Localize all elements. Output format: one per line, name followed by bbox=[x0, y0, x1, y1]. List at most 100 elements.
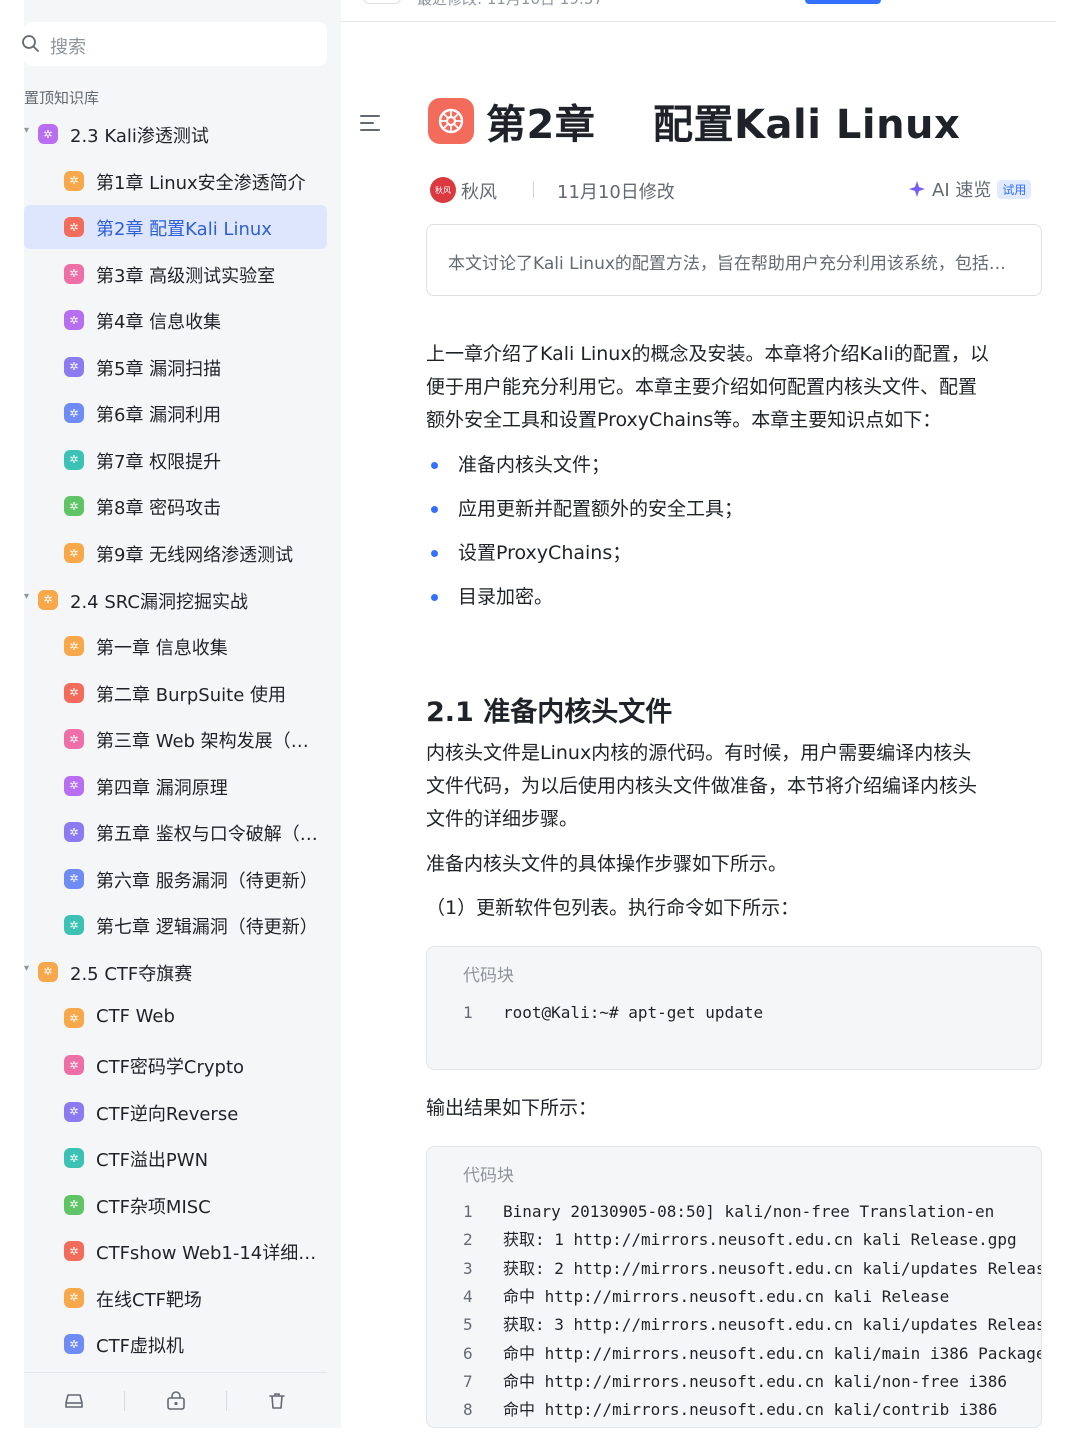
sidebar-item[interactable]: ✲ 第1章 Linux安全渗透简介 bbox=[24, 159, 327, 203]
line-number: 3 bbox=[463, 1258, 473, 1278]
sidebar-item-label: 第7章 权限提升 bbox=[96, 451, 222, 473]
document-icon: ✲ bbox=[64, 1241, 84, 1262]
document-icon: ✲ bbox=[64, 263, 84, 284]
code-block-label: 代码块 bbox=[463, 1166, 514, 1186]
sidebar-item[interactable]: ✲ 在线CTF靶场 bbox=[24, 1276, 327, 1320]
document-icon: ✲ bbox=[64, 1334, 84, 1355]
sidebar-item[interactable]: ✲ CTF杂项MISC bbox=[24, 1183, 327, 1227]
sidebar-group[interactable]: ▾ ✲ 2.5 CTF夺旗赛 bbox=[24, 950, 327, 994]
sidebar-item-label: CTF杂项MISC bbox=[96, 1196, 211, 1218]
list-item: 准备内核头文件； bbox=[426, 449, 1026, 482]
outline-toggle-button[interactable] bbox=[360, 108, 390, 138]
paragraph-line: 内核头文件是Linux内核的源代码。有时候，用户需要编译内核头 bbox=[426, 742, 972, 764]
sidebar-item[interactable]: ✲ 第9章 无线网络渗透测试 bbox=[24, 531, 327, 575]
list-item-text: 目录加密。 bbox=[458, 586, 554, 608]
sidebar-item-label: 第一章 信息收集 bbox=[96, 638, 228, 659]
code-text: 命中 http://mirrors.neusoft.edu.cn kali/ma… bbox=[503, 1343, 1042, 1363]
sidebar-item[interactable]: ✲ 第一章 信息收集 bbox=[24, 624, 327, 668]
sidebar-item[interactable]: ✲ 第六章 服务漏洞（待更新） bbox=[24, 857, 327, 901]
document-icon: ✲ bbox=[64, 1008, 84, 1029]
sidebar-item-label: 2.4 SRC漏洞挖掘实战 bbox=[70, 591, 248, 613]
code-line: 8 命中 http://mirrors.neusoft.edu.cn kali/c… bbox=[427, 1396, 1041, 1424]
trash-button[interactable] bbox=[227, 1381, 327, 1421]
trial-badge: 试用 bbox=[997, 179, 1032, 199]
code-line: 6 命中 http://mirrors.neusoft.edu.cn kali/m… bbox=[427, 1340, 1042, 1368]
code-line: 5 获取: 3 http://mirrors.neusoft.edu.cn kal… bbox=[427, 1311, 1042, 1339]
ai-summary-box[interactable]: 本文讨论了Kali Linux的配置方法，旨在帮助用户充分利用该系统，包括准备内… bbox=[426, 224, 1042, 296]
sidebar-item[interactable]: ✲ CTFshow Web1-14详细解答 bbox=[24, 1229, 327, 1273]
bullet-dot-icon bbox=[431, 506, 438, 513]
code-block[interactable]: 代码块 1 Binary 20130905-08:50] kali/non-fre… bbox=[426, 1146, 1042, 1428]
list-item-text: 应用更新并配置额外的安全工具； bbox=[458, 498, 744, 520]
back-button[interactable] bbox=[363, 0, 401, 4]
document-icon: ✲ bbox=[64, 170, 84, 191]
caret-down-icon[interactable]: ▾ bbox=[24, 591, 29, 602]
search-input[interactable]: 搜索 bbox=[22, 22, 327, 66]
sidebar-item-label: CTF密码学Crypto bbox=[96, 1057, 245, 1078]
pinned-section-label: 置顶知识库 bbox=[24, 89, 100, 107]
code-line: 1 root@Kali:~# apt-get update bbox=[427, 999, 1041, 1027]
sidebar-item[interactable]: ✲ 第七章 逻辑漏洞（待更新） bbox=[24, 903, 327, 947]
sidebar-item[interactable]: ✲ CTF密码学Crypto bbox=[24, 1043, 327, 1087]
menu-icon bbox=[360, 115, 380, 117]
document-icon: ✲ bbox=[64, 1148, 84, 1169]
step-1-text: （1）更新软件包列表。执行命令如下所示： bbox=[426, 897, 800, 919]
sidebar-item[interactable]: ✲ 第三章 Web 架构发展（待更新） bbox=[24, 717, 327, 761]
lock-box-button[interactable] bbox=[125, 1381, 225, 1421]
document-icon: ✲ bbox=[64, 915, 84, 936]
code-text: Binary 20130905-08:50] kali/non-free Tra… bbox=[503, 1202, 995, 1221]
code-line: 1 Binary 20130905-08:50] kali/non-free Tr… bbox=[427, 1198, 1041, 1226]
author-name[interactable]: 秋风 bbox=[461, 178, 497, 204]
document-icon: ✲ bbox=[64, 822, 84, 843]
line-number: 4 bbox=[463, 1286, 473, 1306]
list-item: 应用更新并配置额外的安全工具； bbox=[426, 493, 1026, 526]
sidebar-item[interactable]: ✲ 第8章 密码攻击 bbox=[24, 484, 327, 528]
menu-icon bbox=[360, 122, 374, 124]
code-text: 命中 http://mirrors.neusoft.edu.cn kali Re… bbox=[503, 1286, 950, 1306]
caret-down-icon[interactable]: ▾ bbox=[24, 125, 29, 136]
sidebar-item-label: 第5章 漏洞扫描 bbox=[96, 358, 222, 380]
avatar[interactable]: 秋风 bbox=[430, 177, 456, 203]
menu-icon bbox=[360, 129, 380, 131]
ai-preview-label: AI 速览 bbox=[932, 180, 992, 201]
meta-divider bbox=[533, 182, 534, 198]
code-text: 获取: 3 http://mirrors.neusoft.edu.cn kali… bbox=[503, 1315, 1042, 1335]
tray-button[interactable] bbox=[24, 1381, 124, 1421]
code-block[interactable]: 代码块 1 root@Kali:~# apt-get update bbox=[426, 946, 1042, 1070]
bullet-dot-icon bbox=[431, 462, 438, 469]
sidebar-item[interactable]: ✲ 第3章 高级测试实验室 bbox=[24, 252, 327, 296]
sidebar-item[interactable]: ✲ 第6章 漏洞利用 bbox=[24, 391, 327, 435]
document-icon: ✲ bbox=[64, 403, 84, 424]
line-number: 8 bbox=[463, 1400, 473, 1420]
sidebar-group[interactable]: ▾ ✲ 2.4 SRC漏洞挖掘实战 bbox=[24, 578, 327, 622]
code-line: 4 命中 http://mirrors.neusoft.edu.cn kali R… bbox=[427, 1283, 1041, 1311]
document-icon: ✲ bbox=[64, 729, 84, 750]
sidebar-group[interactable]: ▾ ✲ 2.3 Kali渗透测试 bbox=[24, 112, 327, 156]
wheel-icon bbox=[438, 108, 464, 134]
sidebar-item[interactable]: ✲ CTF Web bbox=[24, 996, 327, 1040]
ai-preview-button[interactable]: AI 速览 试用 bbox=[908, 176, 1032, 202]
code-block-label: 代码块 bbox=[463, 966, 514, 986]
sidebar-item[interactable]: ✲ CTF溢出PWN bbox=[24, 1136, 327, 1180]
line-number: 6 bbox=[463, 1343, 473, 1363]
document-icon: ✲ bbox=[64, 1287, 84, 1308]
sidebar-item[interactable]: ✲ 第五章 鉴权与口令破解（待更新） bbox=[24, 810, 327, 854]
sidebar-item-label: 2.3 Kali渗透测试 bbox=[70, 126, 209, 147]
sidebar: 搜索 置顶知识库 ▾ ✲ 2.3 Kali渗透测试 ✲ 第1章 Linux安全渗透简介 ✲… bbox=[22, 0, 341, 1428]
sidebar-item[interactable]: ✲ 第5章 漏洞扫描 bbox=[24, 345, 327, 389]
sidebar-item[interactable]: ✲ 第二章 BurpSuite 使用 bbox=[24, 671, 327, 715]
magnifier-icon bbox=[22, 35, 39, 52]
output-label: 输出结果如下所示： bbox=[426, 1097, 598, 1119]
sidebar-item[interactable]: ✲ 第7章 权限提升 bbox=[24, 438, 327, 482]
paragraph-line: 额外安全工具和设置ProxyChains等。本章主要知识点如下： bbox=[426, 409, 942, 431]
sidebar-item[interactable]: ✲ 第四章 漏洞原理 bbox=[24, 764, 327, 808]
sidebar-item-label: 在线CTF靶场 bbox=[96, 1289, 202, 1311]
sidebar-item[interactable]: ✲ 第2章 配置Kali Linux bbox=[24, 205, 327, 250]
caret-down-icon[interactable]: ▾ bbox=[24, 963, 29, 974]
sidebar-item[interactable]: ✲ 第4章 信息收集 bbox=[24, 298, 327, 342]
sidebar-item[interactable]: ✲ CTF逆向Reverse bbox=[24, 1090, 327, 1134]
share-button[interactable] bbox=[805, 0, 881, 4]
document-icon: ✲ bbox=[64, 1055, 84, 1075]
last-modified-text: 最近修改: 11月10日 19:57 bbox=[417, 0, 603, 9]
sidebar-item[interactable]: ✲ CTF虚拟机 bbox=[24, 1322, 327, 1366]
